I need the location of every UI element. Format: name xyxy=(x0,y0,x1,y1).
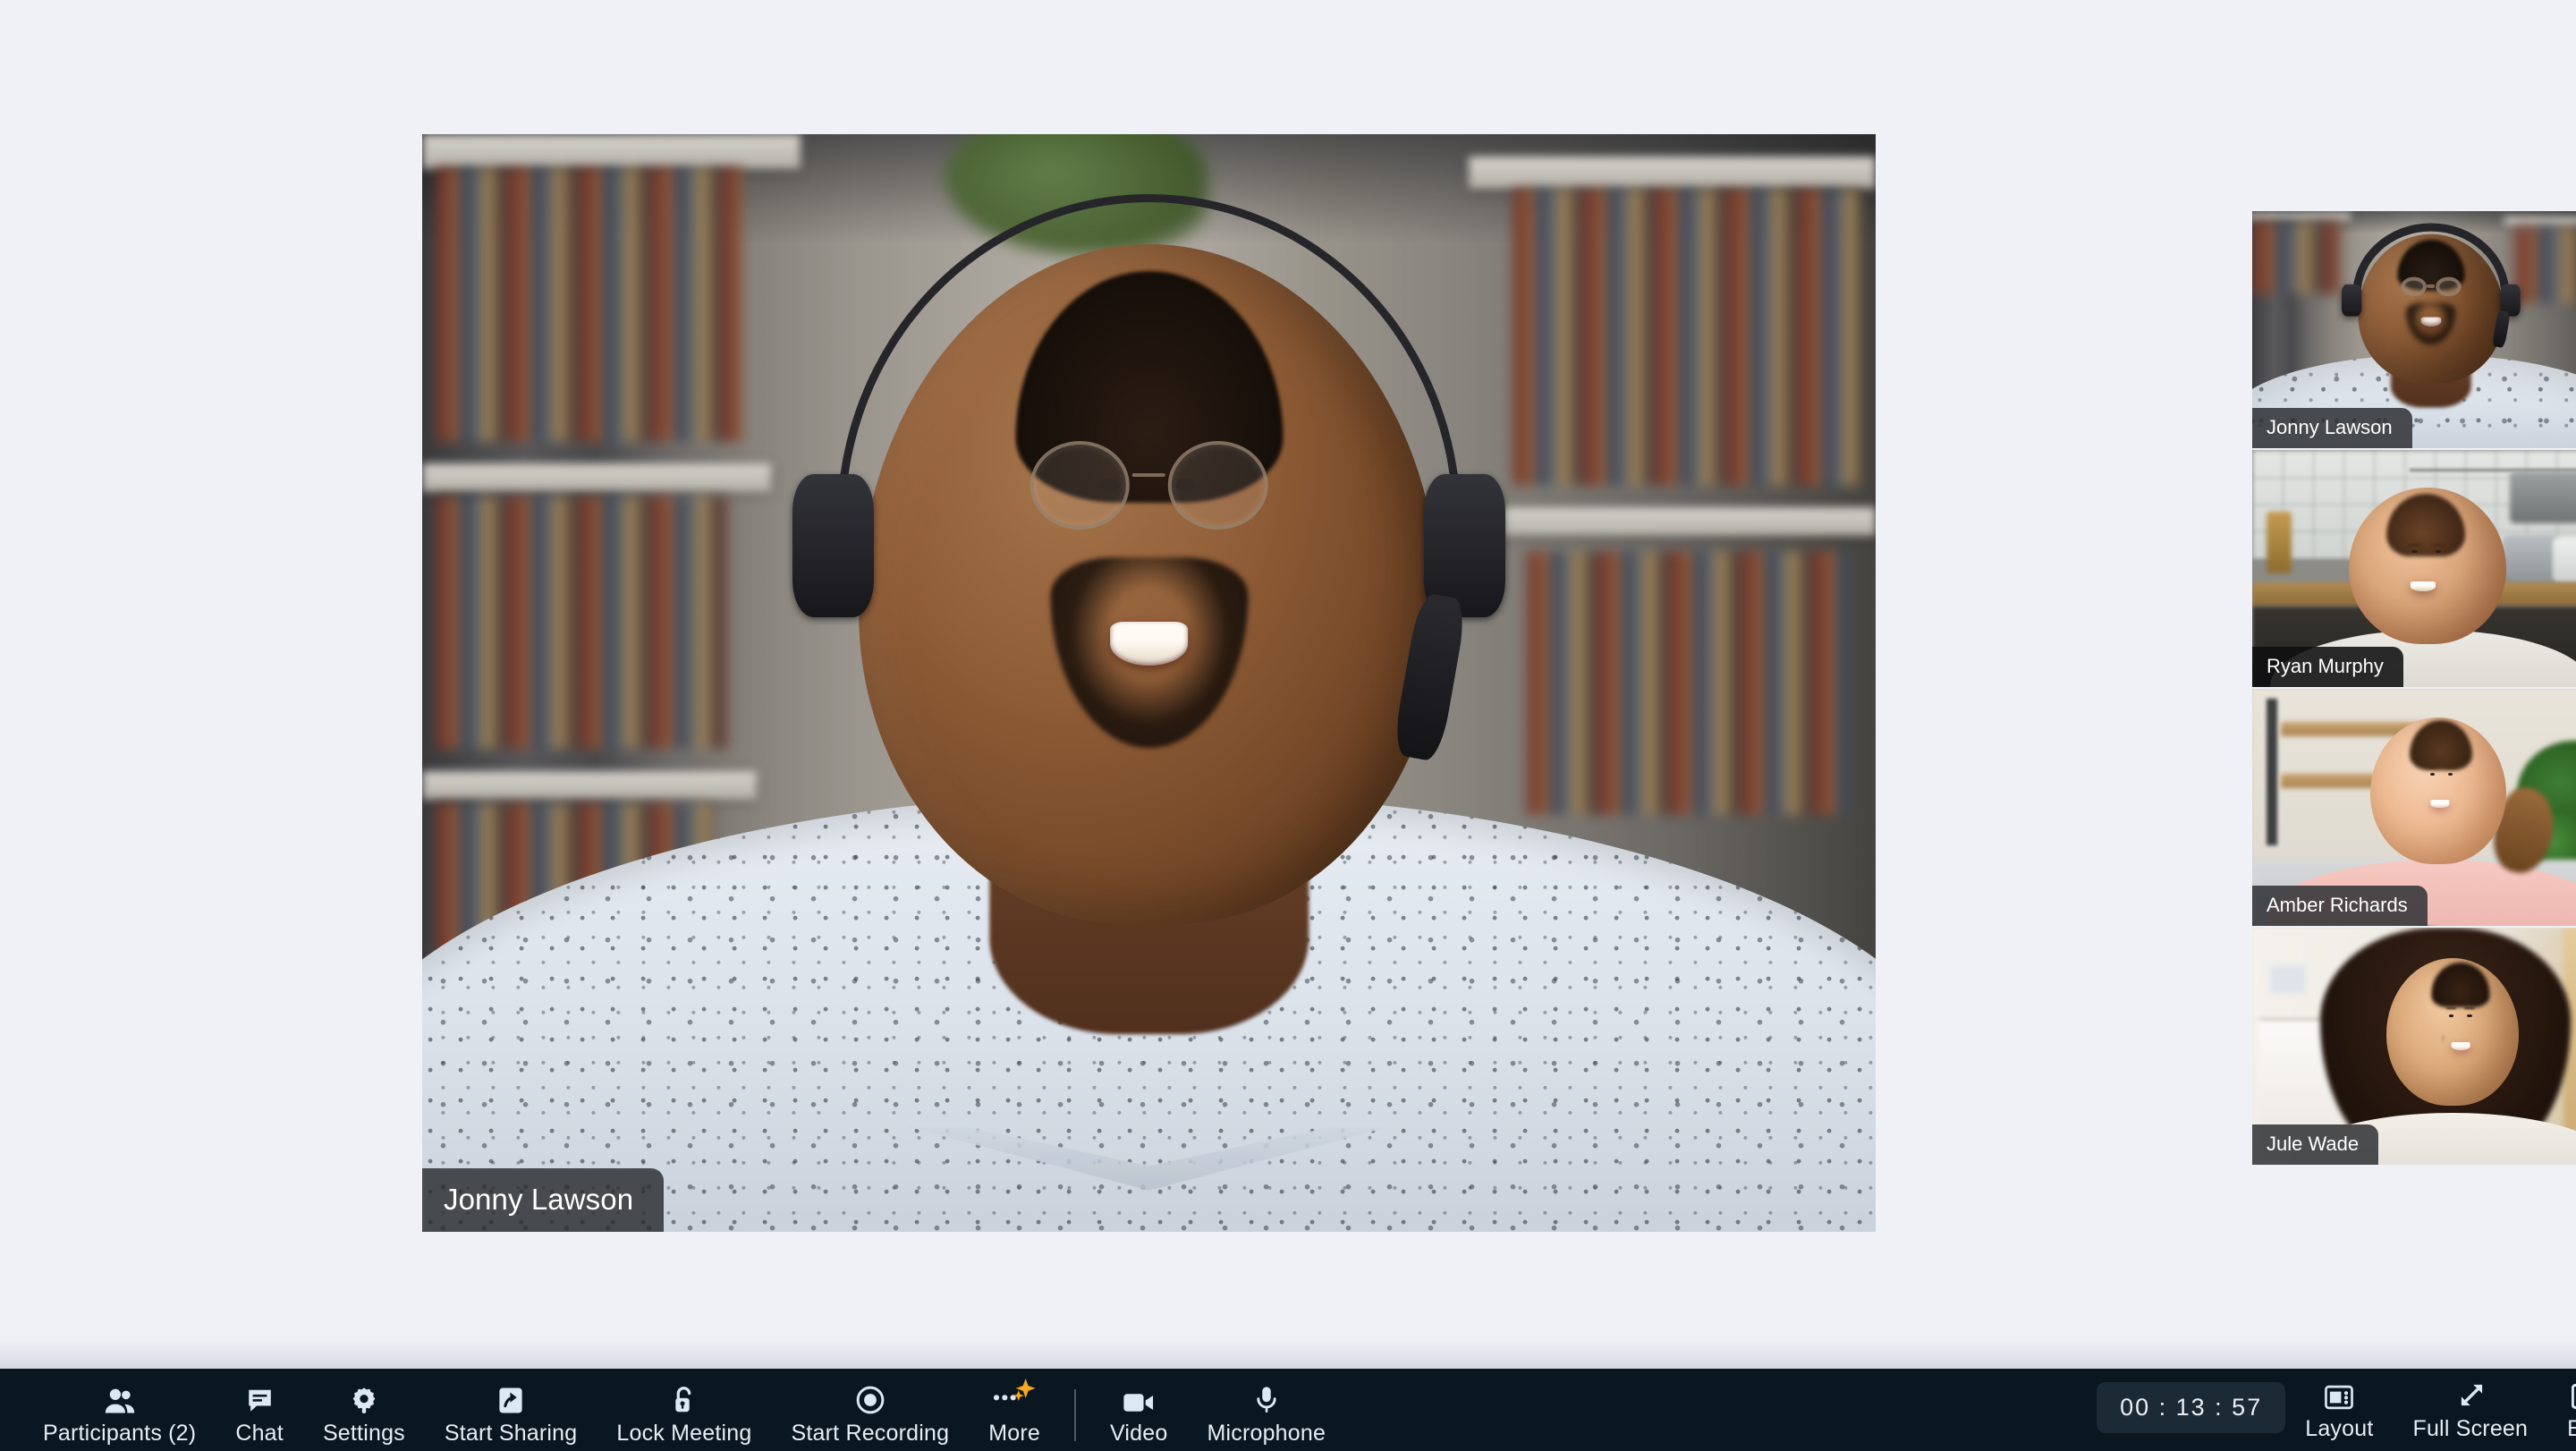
start-sharing-label: Start Sharing xyxy=(444,1421,578,1446)
participant-filmstrip: Jonny Lawson Ryan Murphy Amber Richards … xyxy=(2252,211,2576,1165)
thumbnail-name-label: Ryan Murphy xyxy=(2252,647,2403,687)
screen-share-icon xyxy=(498,1384,523,1414)
toolbar-left-group: Participants (2) Chat Settings Start Sha… xyxy=(0,1375,1345,1445)
video-feed-jonny-lawson xyxy=(422,134,1876,1232)
unlock-icon xyxy=(672,1384,696,1414)
active-speaker-video[interactable]: Jonny Lawson xyxy=(422,134,1876,1232)
more-label: More xyxy=(988,1421,1040,1446)
toolbar-drop-shadow xyxy=(0,1340,2576,1369)
thumbnail-name-label: Amber Richards xyxy=(2252,886,2428,926)
more-sparkle-icon xyxy=(990,1375,1038,1411)
video-label: Video xyxy=(1109,1421,1168,1446)
participant-thumbnail[interactable]: Jonny Lawson xyxy=(2252,211,2576,448)
start-recording-button[interactable]: Start Recording xyxy=(772,1384,970,1445)
layout-icon xyxy=(2325,1379,2354,1410)
start-recording-label: Start Recording xyxy=(791,1421,950,1446)
exit-icon xyxy=(2572,1379,2576,1410)
record-icon xyxy=(856,1384,885,1414)
microphone-toggle-button[interactable]: Microphone xyxy=(1187,1384,1345,1445)
toolbar-divider xyxy=(1073,1389,1076,1441)
exit-label: Exit xyxy=(2567,1416,2576,1441)
meeting-timer: 00 : 13 : 57 xyxy=(2097,1381,2286,1433)
chat-icon xyxy=(246,1384,274,1414)
thumbnail-name-label: Jonny Lawson xyxy=(2252,408,2412,448)
participant-thumbnail[interactable]: Jule Wade xyxy=(2252,928,2576,1165)
participants-button[interactable]: Participants (2) xyxy=(23,1384,216,1445)
chat-button[interactable]: Chat xyxy=(216,1384,303,1445)
more-button[interactable]: More xyxy=(969,1375,1060,1445)
meeting-window: Jonny Lawson Jonny Lawson Ryan Murphy Am… xyxy=(0,0,2576,1451)
camera-icon xyxy=(1123,1384,1155,1414)
layout-label: Layout xyxy=(2305,1416,2374,1441)
microphone-label: Microphone xyxy=(1207,1421,1326,1446)
lock-meeting-button[interactable]: Lock Meeting xyxy=(597,1384,771,1445)
settings-label: Settings xyxy=(322,1421,405,1446)
start-sharing-button[interactable]: Start Sharing xyxy=(425,1384,597,1445)
participant-thumbnail[interactable]: Amber Richards xyxy=(2252,689,2576,926)
full-screen-label: Full Screen xyxy=(2412,1416,2529,1441)
chat-label: Chat xyxy=(235,1421,284,1446)
active-speaker-name-label: Jonny Lawson xyxy=(422,1168,665,1232)
gear-icon xyxy=(351,1384,377,1414)
participants-icon xyxy=(104,1384,136,1414)
settings-button[interactable]: Settings xyxy=(303,1384,425,1445)
meeting-toolbar: Participants (2) Chat Settings Start Sha… xyxy=(0,1369,2576,1451)
fullscreen-icon xyxy=(2456,1379,2485,1410)
layout-button[interactable]: Layout xyxy=(2285,1379,2393,1440)
video-toggle-button[interactable]: Video xyxy=(1090,1384,1188,1445)
exit-button[interactable]: Exit xyxy=(2547,1379,2576,1440)
participants-label: Participants (2) xyxy=(43,1421,197,1446)
full-screen-button[interactable]: Full Screen xyxy=(2393,1379,2547,1440)
microphone-icon xyxy=(1255,1384,1278,1414)
lock-meeting-label: Lock Meeting xyxy=(616,1421,752,1446)
participant-thumbnail[interactable]: Ryan Murphy xyxy=(2252,450,2576,687)
toolbar-right-group: Layout Full Screen Exi xyxy=(2285,1379,2576,1440)
thumbnail-name-label: Jule Wade xyxy=(2252,1124,2379,1165)
